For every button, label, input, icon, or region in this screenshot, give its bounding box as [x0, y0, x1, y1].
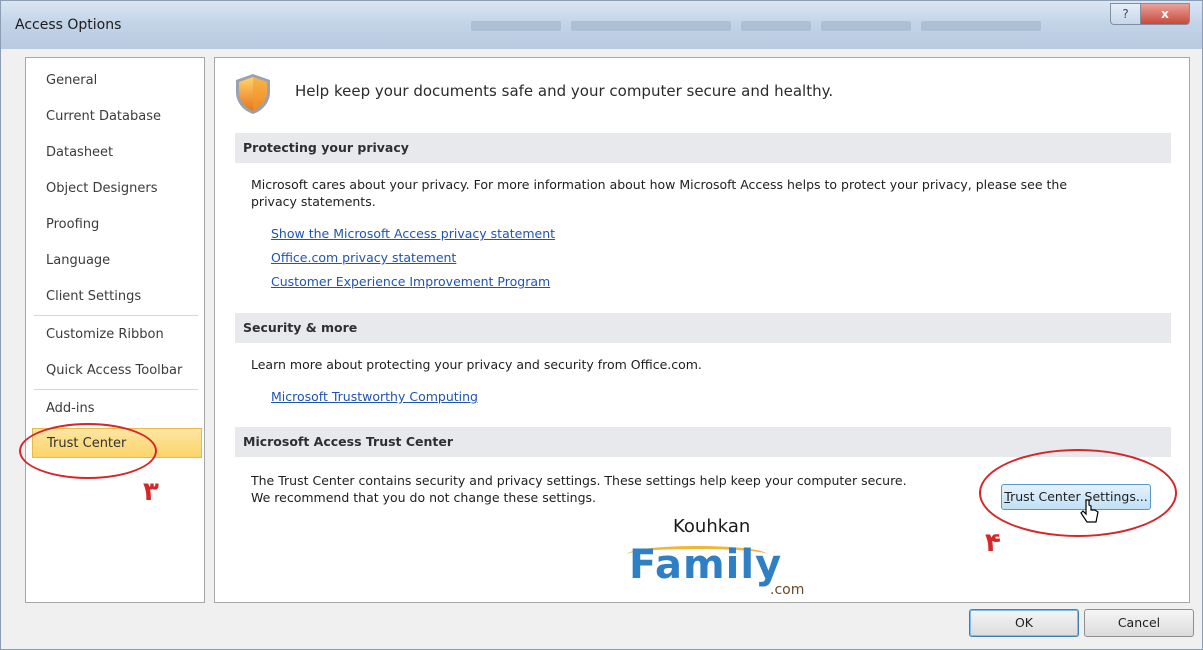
help-button[interactable]: ?: [1110, 3, 1140, 25]
sidebar-item-language[interactable]: Language: [32, 246, 202, 276]
sidebar-item-add-ins[interactable]: Add-ins: [32, 394, 202, 424]
watermark-top-text: Kouhkan: [673, 516, 751, 537]
security-text: Learn more about protecting your privacy…: [251, 357, 702, 372]
annotation-circle-trust-center: [19, 423, 157, 479]
watermark-logo: Kouhkan Family .com: [625, 514, 805, 604]
panel-header: Help keep your documents safe and your c…: [295, 82, 834, 100]
sidebar-divider: [34, 389, 198, 390]
blurred-title-text: [741, 21, 811, 31]
sidebar-item-client-settings[interactable]: Client Settings: [32, 282, 202, 312]
cancel-button[interactable]: Cancel: [1084, 609, 1194, 637]
sidebar-item-quick-access-toolbar[interactable]: Quick Access Toolbar: [32, 356, 202, 386]
window-title: Access Options: [15, 17, 122, 33]
security-section-heading: Security & more: [235, 313, 1171, 343]
ok-button[interactable]: OK: [969, 609, 1079, 637]
annotation-step-3: ۳: [143, 477, 159, 507]
blurred-title-text: [821, 21, 911, 31]
window-controls: ? x: [1110, 3, 1190, 25]
access-privacy-statement-link[interactable]: Show the Microsoft Access privacy statem…: [271, 226, 555, 241]
annotation-circle-settings-button: [979, 449, 1177, 537]
sidebar-item-datasheet[interactable]: Datasheet: [32, 138, 202, 168]
annotation-step-4: ۴: [985, 528, 1001, 558]
watermark-suffix: .com: [770, 582, 805, 598]
customer-experience-program-link[interactable]: Customer Experience Improvement Program: [271, 274, 550, 289]
privacy-text-line1: Microsoft cares about your privacy. For …: [251, 177, 1068, 192]
watermark-main-text: Family: [629, 542, 783, 588]
privacy-text-line2: privacy statements.: [251, 194, 376, 209]
options-sidebar: General Current Database Datasheet Objec…: [25, 57, 205, 603]
trustworthy-computing-link[interactable]: Microsoft Trustworthy Computing: [271, 389, 478, 404]
watermark-main-text: Family: [629, 542, 782, 588]
trust-center-section-heading: Microsoft Access Trust Center: [235, 427, 1171, 457]
privacy-section-heading: Protecting your privacy: [235, 133, 1171, 163]
blurred-title-text: [921, 21, 1041, 31]
sidebar-divider: [34, 315, 198, 316]
access-options-dialog: Access Options ? x General Current Datab…: [0, 0, 1203, 650]
blurred-title-text: [571, 21, 731, 31]
trust-center-text-line1: The Trust Center contains security and p…: [251, 473, 907, 488]
title-bar[interactable]: Access Options ? x: [1, 1, 1202, 49]
sidebar-item-customize-ribbon[interactable]: Customize Ribbon: [32, 320, 202, 350]
blurred-title-text: [471, 21, 561, 31]
close-button[interactable]: x: [1140, 3, 1190, 25]
sidebar-item-proofing[interactable]: Proofing: [32, 210, 202, 240]
trust-center-text-line2: We recommend that you do not change thes…: [251, 490, 597, 505]
office-privacy-statement-link[interactable]: Office.com privacy statement: [271, 250, 456, 265]
sidebar-item-current-database[interactable]: Current Database: [32, 102, 202, 132]
sidebar-item-general[interactable]: General: [32, 66, 202, 96]
sidebar-item-object-designers[interactable]: Object Designers: [32, 174, 202, 204]
shield-icon: [236, 74, 270, 114]
mouse-pointer-icon: [1080, 499, 1099, 523]
